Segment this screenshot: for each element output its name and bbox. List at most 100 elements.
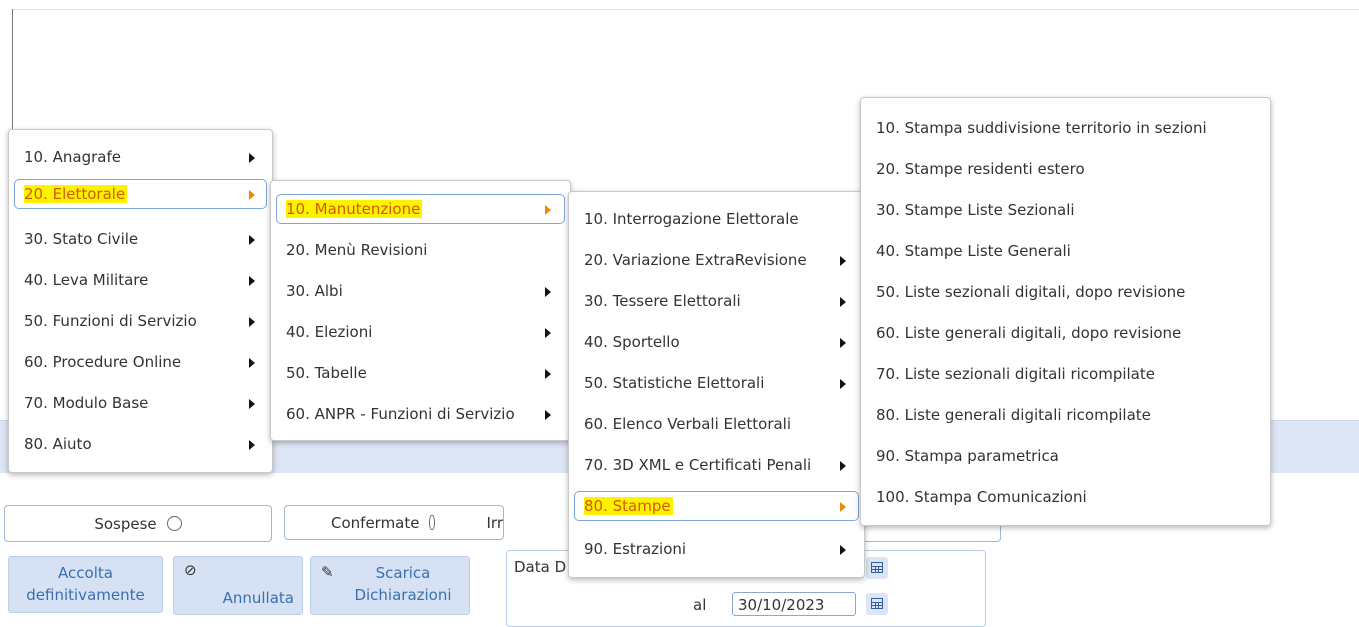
menu-item-sportello[interactable]: 40. Sportello <box>574 327 859 357</box>
menu-item-generali-dopo-revisione[interactable]: 60. Liste generali digitali, dopo revisi… <box>866 318 1265 348</box>
menu-item-statistiche[interactable]: 50. Statistiche Elettorali <box>574 368 859 398</box>
menu-item-verbali[interactable]: 60. Elenco Verbali Elettorali <box>574 409 859 439</box>
filter-third-label: Irr <box>486 513 504 532</box>
menu-item-parametrica[interactable]: 90. Stampa parametrica <box>866 441 1265 471</box>
caret-right-icon <box>840 502 846 512</box>
caret-right-icon <box>840 545 846 555</box>
caret-right-icon <box>840 297 846 307</box>
menu-item-sezionali-ricompilate[interactable]: 70. Liste sezionali digitali ricompilate <box>866 359 1265 389</box>
caret-right-icon <box>545 410 551 420</box>
menu-item-label: 100. Stampa Comunicazioni <box>876 488 1087 506</box>
menu-item-comunicazioni[interactable]: 100. Stampa Comunicazioni <box>866 482 1265 512</box>
menu-item-label: 10. Anagrafe <box>24 148 121 166</box>
radio-icon[interactable] <box>166 516 182 531</box>
menu-item-label: 10. Manutenzione <box>286 200 423 218</box>
calendar-icon[interactable] <box>866 593 888 615</box>
menu-item-label: 80. Liste generali digitali ricompilate <box>876 406 1151 424</box>
menu-item-sezionali-dopo-revisione[interactable]: 50. Liste sezionali digitali, dopo revis… <box>866 277 1265 307</box>
menu-item-label: 40. Sportello <box>584 333 680 351</box>
menu-item-aiuto[interactable]: 80. Aiuto <box>14 429 267 459</box>
annullata-button[interactable]: ⊘ Annullata <box>173 556 303 615</box>
date-al-input[interactable]: 30/10/2023 <box>732 592 856 616</box>
menu-item-funzioni-servizio[interactable]: 50. Funzioni di Servizio <box>14 306 267 336</box>
accolta-button[interactable]: Accolta definitivamente <box>8 556 163 613</box>
menu-item-label: 50. Statistiche Elettorali <box>584 374 765 392</box>
menu-main: 10. Anagrafe 20. Elettorale 30. Stato Ci… <box>8 129 273 473</box>
menu-item-label: 60. Procedure Online <box>24 353 182 371</box>
menu-item-label: 60. Liste generali digitali, dopo revisi… <box>876 324 1182 342</box>
caret-right-icon <box>545 369 551 379</box>
menu-item-label: 60. Elenco Verbali Elettorali <box>584 415 792 433</box>
menu-item-modulo-base[interactable]: 70. Modulo Base <box>14 388 267 418</box>
top-divider <box>12 9 1359 10</box>
menu-item-elettorale[interactable]: 20. Elettorale <box>14 179 267 209</box>
menu-item-label: 30. Stato Civile <box>24 230 139 248</box>
menu-item-label: 20. Stampe residenti estero <box>876 160 1085 178</box>
calendar-icon[interactable] <box>866 557 888 579</box>
caret-right-icon <box>545 205 551 215</box>
menu-item-label: 70. Modulo Base <box>24 394 149 412</box>
caret-right-icon <box>249 190 255 200</box>
menu-item-label: 70. 3D XML e Certificati Penali <box>584 456 812 474</box>
menu-item-label: 30. Albi <box>286 282 343 300</box>
menu-stampe: 10. Stampa suddivisione territorio in se… <box>860 97 1271 526</box>
menu-item-label: 10. Stampa suddivisione territorio in se… <box>876 119 1207 137</box>
menu-item-label: 80. Aiuto <box>24 435 92 453</box>
radio-icon[interactable] <box>429 515 435 530</box>
menu-item-label: 40. Elezioni <box>286 323 373 341</box>
caret-right-icon <box>249 399 255 409</box>
pencil-icon: ✎ <box>321 563 334 581</box>
caret-right-icon <box>840 461 846 471</box>
caret-right-icon <box>249 440 255 450</box>
menu-item-3d-xml[interactable]: 70. 3D XML e Certificati Penali <box>574 450 859 480</box>
menu-item-elezioni[interactable]: 40. Elezioni <box>276 317 565 347</box>
menu-item-generali-ricompilate[interactable]: 80. Liste generali digitali ricompilate <box>866 400 1265 430</box>
menu-item-leva-militare[interactable]: 40. Leva Militare <box>14 265 267 295</box>
menu-item-anpr[interactable]: 60. ANPR - Funzioni di Servizio <box>276 399 565 429</box>
menu-item-label: 80. Stampe <box>584 497 673 515</box>
filter-sospese-label: Sospese <box>94 514 157 533</box>
date-label: Data D <box>514 558 567 576</box>
menu-item-albi[interactable]: 30. Albi <box>276 276 565 306</box>
annullata-button-label: Annullata <box>222 589 294 607</box>
filter-confermate[interactable]: Confermate Irr <box>284 505 504 540</box>
caret-right-icon <box>249 276 255 286</box>
filter-sospese[interactable]: Sospese <box>4 505 272 542</box>
menu-item-label: 90. Estrazioni <box>584 540 687 558</box>
menu-item-label: 90. Stampa parametrica <box>876 447 1059 465</box>
menu-item-liste-generali[interactable]: 40. Stampe Liste Generali <box>866 236 1265 266</box>
menu-item-label: 40. Stampe Liste Generali <box>876 242 1071 260</box>
menu-item-revisioni[interactable]: 20. Menù Revisioni <box>276 235 565 265</box>
menu-manutenzione: 10. Interrogazione Elettorale 20. Variaz… <box>568 191 865 578</box>
menu-item-tabelle[interactable]: 50. Tabelle <box>276 358 565 388</box>
menu-item-stampe[interactable]: 80. Stampe <box>574 491 859 521</box>
menu-item-manutenzione[interactable]: 10. Manutenzione <box>276 194 565 224</box>
filter-confermate-label: Confermate <box>331 513 420 532</box>
menu-item-stato-civile[interactable]: 30. Stato Civile <box>14 224 267 254</box>
menu-item-label: 50. Funzioni di Servizio <box>24 312 197 330</box>
menu-item-tessere[interactable]: 30. Tessere Elettorali <box>574 286 859 316</box>
date-al-value: 30/10/2023 <box>738 596 825 614</box>
menu-item-label: 60. ANPR - Funzioni di Servizio <box>286 405 515 423</box>
caret-right-icon <box>545 287 551 297</box>
menu-item-estrazioni[interactable]: 90. Estrazioni <box>574 534 859 564</box>
menu-item-label: 30. Tessere Elettorali <box>584 292 741 310</box>
caret-right-icon <box>840 338 846 348</box>
menu-item-residenti-estero[interactable]: 20. Stampe residenti estero <box>866 154 1265 184</box>
date-al-label: al <box>693 596 707 614</box>
menu-elettorale: 10. Manutenzione 20. Menù Revisioni 30. … <box>270 180 571 441</box>
scarica-button[interactable]: ✎ Scarica Dichiarazioni <box>310 556 470 615</box>
menu-item-variazione[interactable]: 20. Variazione ExtraRevisione <box>574 245 859 275</box>
menu-item-label: 20. Variazione ExtraRevisione <box>584 251 807 269</box>
caret-right-icon <box>249 358 255 368</box>
menu-item-anagrafe[interactable]: 10. Anagrafe <box>14 142 267 172</box>
menu-item-label: 70. Liste sezionali digitali ricompilate <box>876 365 1155 383</box>
caret-right-icon <box>840 379 846 389</box>
menu-item-label: 50. Tabelle <box>286 364 367 382</box>
menu-item-interrogazione[interactable]: 10. Interrogazione Elettorale <box>574 204 859 234</box>
menu-item-suddivisione[interactable]: 10. Stampa suddivisione territorio in se… <box>866 113 1265 143</box>
menu-item-liste-sezionali[interactable]: 30. Stampe Liste Sezionali <box>866 195 1265 225</box>
caret-right-icon <box>545 328 551 338</box>
menu-item-procedure-online[interactable]: 60. Procedure Online <box>14 347 267 377</box>
caret-right-icon <box>249 235 255 245</box>
